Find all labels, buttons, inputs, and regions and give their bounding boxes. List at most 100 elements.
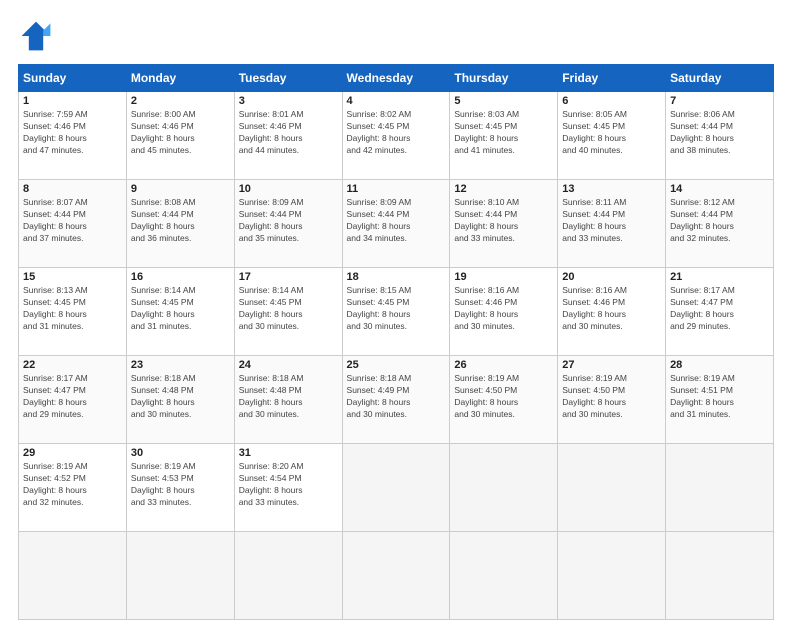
day-number: 6 <box>562 95 661 107</box>
calendar-cell: 10 Sunrise: 8:09 AMSunset: 4:44 PMDayligh… <box>234 180 342 268</box>
day-info: Sunrise: 8:18 AMSunset: 4:48 PMDaylight:… <box>239 373 338 421</box>
day-info: Sunrise: 7:59 AMSunset: 4:46 PMDaylight:… <box>23 109 122 157</box>
day-number: 24 <box>239 359 338 371</box>
calendar-cell: 9Sunrise: 8:08 AMSunset: 4:44 PMDaylight… <box>126 180 234 268</box>
day-info: Sunrise: 8:12 AMSunset: 4:44 PMDaylight:… <box>670 197 769 245</box>
calendar-cell: 21 Sunrise: 8:17 AMSunset: 4:47 PMDayligh… <box>666 268 774 356</box>
calendar-cell <box>234 532 342 620</box>
calendar-cell: 12 Sunrise: 8:10 AMSunset: 4:44 PMDayligh… <box>450 180 558 268</box>
col-monday: Monday <box>126 65 234 92</box>
calendar-week-row: 8 Sunrise: 8:07 AMSunset: 4:44 PMDaylight… <box>19 180 774 268</box>
calendar-cell <box>450 532 558 620</box>
calendar-cell: 2 Sunrise: 8:00 AMSunset: 4:46 PMDaylight… <box>126 92 234 180</box>
col-friday: Friday <box>558 65 666 92</box>
day-number: 4 <box>347 95 446 107</box>
header <box>18 18 774 54</box>
day-info: Sunrise: 8:19 AMSunset: 4:50 PMDaylight:… <box>562 373 661 421</box>
day-info: Sunrise: 8:00 AMSunset: 4:46 PMDaylight:… <box>131 109 230 157</box>
day-info: Sunrise: 8:07 AMSunset: 4:44 PMDaylight:… <box>23 197 122 245</box>
day-info: Sunrise: 8:19 AMSunset: 4:53 PMDaylight:… <box>131 461 230 509</box>
calendar-cell: 19Sunrise: 8:16 AMSunset: 4:46 PMDayligh… <box>450 268 558 356</box>
day-number: 5 <box>454 95 553 107</box>
col-thursday: Thursday <box>450 65 558 92</box>
calendar-cell <box>666 532 774 620</box>
day-info: Sunrise: 8:08 AMSunset: 4:44 PMDaylight:… <box>131 197 230 245</box>
day-number: 14 <box>670 183 769 195</box>
calendar-cell: 31 Sunrise: 8:20 AMSunset: 4:54 PMDayligh… <box>234 444 342 532</box>
calendar-week-row: 22 Sunrise: 8:17 AMSunset: 4:47 PMDayligh… <box>19 356 774 444</box>
calendar-cell <box>342 444 450 532</box>
day-number: 31 <box>239 447 338 459</box>
calendar-cell: 8 Sunrise: 8:07 AMSunset: 4:44 PMDaylight… <box>19 180 127 268</box>
day-number: 11 <box>347 183 446 195</box>
calendar-cell: 27Sunrise: 8:19 AMSunset: 4:50 PMDayligh… <box>558 356 666 444</box>
calendar-cell: 16Sunrise: 8:14 AMSunset: 4:45 PMDayligh… <box>126 268 234 356</box>
day-number: 17 <box>239 271 338 283</box>
day-number: 10 <box>239 183 338 195</box>
day-info: Sunrise: 8:18 AMSunset: 4:48 PMDaylight:… <box>131 373 230 421</box>
day-info: Sunrise: 8:19 AMSunset: 4:51 PMDaylight:… <box>670 373 769 421</box>
day-number: 12 <box>454 183 553 195</box>
calendar-cell: 28 Sunrise: 8:19 AMSunset: 4:51 PMDayligh… <box>666 356 774 444</box>
calendar-cell: 22 Sunrise: 8:17 AMSunset: 4:47 PMDayligh… <box>19 356 127 444</box>
calendar-cell: 4 Sunrise: 8:02 AMSunset: 4:45 PMDaylight… <box>342 92 450 180</box>
day-info: Sunrise: 8:14 AMSunset: 4:45 PMDaylight:… <box>131 285 230 333</box>
day-info: Sunrise: 8:20 AMSunset: 4:54 PMDaylight:… <box>239 461 338 509</box>
day-number: 13 <box>562 183 661 195</box>
day-info: Sunrise: 8:02 AMSunset: 4:45 PMDaylight:… <box>347 109 446 157</box>
logo-icon <box>18 18 54 54</box>
day-number: 18 <box>347 271 446 283</box>
day-number: 15 <box>23 271 122 283</box>
calendar-cell: 23Sunrise: 8:18 AMSunset: 4:48 PMDayligh… <box>126 356 234 444</box>
calendar-cell: 26 Sunrise: 8:19 AMSunset: 4:50 PMDayligh… <box>450 356 558 444</box>
day-info: Sunrise: 8:15 AMSunset: 4:45 PMDaylight:… <box>347 285 446 333</box>
calendar-cell: 5 Sunrise: 8:03 AMSunset: 4:45 PMDaylight… <box>450 92 558 180</box>
day-info: Sunrise: 8:01 AMSunset: 4:46 PMDaylight:… <box>239 109 338 157</box>
calendar-cell <box>450 444 558 532</box>
day-number: 7 <box>670 95 769 107</box>
day-number: 30 <box>131 447 230 459</box>
calendar-cell: 25 Sunrise: 8:18 AMSunset: 4:49 PMDayligh… <box>342 356 450 444</box>
calendar-cell: 15Sunrise: 8:13 AMSunset: 4:45 PMDayligh… <box>19 268 127 356</box>
day-info: Sunrise: 8:19 AMSunset: 4:52 PMDaylight:… <box>23 461 122 509</box>
calendar-cell <box>666 444 774 532</box>
day-number: 26 <box>454 359 553 371</box>
day-info: Sunrise: 8:17 AMSunset: 4:47 PMDaylight:… <box>23 373 122 421</box>
calendar-week-row: 15Sunrise: 8:13 AMSunset: 4:45 PMDayligh… <box>19 268 774 356</box>
day-number: 2 <box>131 95 230 107</box>
day-info: Sunrise: 8:09 AMSunset: 4:44 PMDaylight:… <box>239 197 338 245</box>
day-number: 21 <box>670 271 769 283</box>
col-wednesday: Wednesday <box>342 65 450 92</box>
day-info: Sunrise: 8:03 AMSunset: 4:45 PMDaylight:… <box>454 109 553 157</box>
day-number: 28 <box>670 359 769 371</box>
day-number: 1 <box>23 95 122 107</box>
col-saturday: Saturday <box>666 65 774 92</box>
day-info: Sunrise: 8:06 AMSunset: 4:44 PMDaylight:… <box>670 109 769 157</box>
calendar-week-row <box>19 532 774 620</box>
calendar-cell: 20Sunrise: 8:16 AMSunset: 4:46 PMDayligh… <box>558 268 666 356</box>
calendar-cell <box>558 444 666 532</box>
logo <box>18 18 58 54</box>
day-info: Sunrise: 8:10 AMSunset: 4:44 PMDaylight:… <box>454 197 553 245</box>
day-info: Sunrise: 8:19 AMSunset: 4:50 PMDaylight:… <box>454 373 553 421</box>
calendar-cell <box>342 532 450 620</box>
calendar-cell: 24 Sunrise: 8:18 AMSunset: 4:48 PMDayligh… <box>234 356 342 444</box>
calendar-week-row: 29 Sunrise: 8:19 AMSunset: 4:52 PMDayligh… <box>19 444 774 532</box>
calendar-header-row: Sunday Monday Tuesday Wednesday Thursday… <box>19 65 774 92</box>
calendar-cell: 30 Sunrise: 8:19 AMSunset: 4:53 PMDayligh… <box>126 444 234 532</box>
day-number: 8 <box>23 183 122 195</box>
calendar-cell: 29 Sunrise: 8:19 AMSunset: 4:52 PMDayligh… <box>19 444 127 532</box>
calendar-cell: 6Sunrise: 8:05 AMSunset: 4:45 PMDaylight… <box>558 92 666 180</box>
day-info: Sunrise: 8:18 AMSunset: 4:49 PMDaylight:… <box>347 373 446 421</box>
calendar-table: Sunday Monday Tuesday Wednesday Thursday… <box>18 64 774 620</box>
day-number: 29 <box>23 447 122 459</box>
day-number: 22 <box>23 359 122 371</box>
day-info: Sunrise: 8:17 AMSunset: 4:47 PMDaylight:… <box>670 285 769 333</box>
day-info: Sunrise: 8:14 AMSunset: 4:45 PMDaylight:… <box>239 285 338 333</box>
day-number: 25 <box>347 359 446 371</box>
page: Sunday Monday Tuesday Wednesday Thursday… <box>0 0 792 612</box>
day-info: Sunrise: 8:16 AMSunset: 4:46 PMDaylight:… <box>454 285 553 333</box>
day-number: 3 <box>239 95 338 107</box>
col-tuesday: Tuesday <box>234 65 342 92</box>
day-number: 20 <box>562 271 661 283</box>
